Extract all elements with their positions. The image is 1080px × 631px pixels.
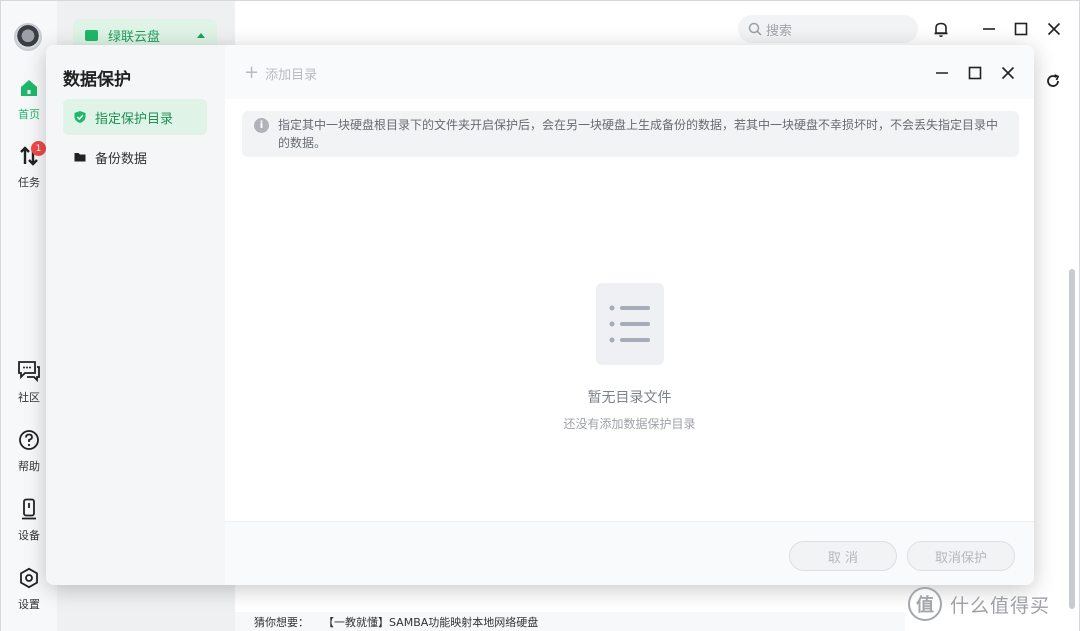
- dialog-title: 数据保护: [63, 70, 131, 90]
- dialog-sidebar: 数据保护 指定保护目录 备份数据: [46, 45, 225, 585]
- nav-label-protected-dirs: 指定保护目录: [95, 111, 174, 127]
- add-directory-button[interactable]: + 添加目录: [244, 62, 317, 84]
- folder-icon: [73, 150, 87, 164]
- empty-state: 暂无目录文件 还没有添加数据保护目录: [225, 283, 1034, 432]
- rail-label-help: 帮助: [18, 460, 40, 473]
- cancel-button[interactable]: 取 消: [789, 541, 897, 571]
- search-icon: [748, 22, 762, 36]
- watermark-logo: 值: [908, 587, 942, 621]
- nav-label-backup-data: 备份数据: [95, 151, 148, 167]
- caret-up-icon: [197, 33, 205, 38]
- dialog-maximize-icon[interactable]: [965, 63, 985, 83]
- settings-icon: [18, 567, 40, 592]
- bell-icon[interactable]: [931, 19, 951, 39]
- suggestion-prefix: 猜你想要：: [254, 616, 309, 629]
- suggestion-link[interactable]: 【一教就懂】SAMBA功能映射本地网络硬盘: [323, 614, 538, 630]
- minimize-icon[interactable]: [979, 19, 999, 39]
- dialog-close-icon[interactable]: [998, 63, 1018, 83]
- scrollbar[interactable]: [1069, 269, 1075, 609]
- dialog-footer: 取 消 取消保护: [225, 521, 1034, 585]
- watermark: 值 什么值得买: [908, 584, 1050, 624]
- search-input[interactable]: 搜索: [738, 15, 918, 43]
- nav-item-backup-data[interactable]: 备份数据: [63, 139, 207, 175]
- empty-title: 暂无目录文件: [587, 390, 672, 406]
- info-icon: i: [254, 118, 269, 133]
- cancel-protection-button[interactable]: 取消保护: [907, 541, 1015, 571]
- plus-icon: +: [244, 62, 260, 83]
- empty-subtitle: 还没有添加数据保护目录: [563, 417, 696, 431]
- empty-list-icon: [595, 283, 664, 365]
- chat-icon: [17, 360, 41, 385]
- help-icon: [18, 429, 40, 454]
- task-count-badge: 1: [31, 141, 46, 156]
- dialog-minimize-icon[interactable]: [932, 63, 952, 83]
- device-icon: [18, 498, 40, 523]
- info-text: 指定其中一块硬盘根目录下的文件夹开启保护后，会在另一块硬盘上生成备份的数据，若其…: [278, 118, 999, 150]
- data-protection-dialog: 数据保护 指定保护目录 备份数据 + 添加目录 i 指定其中一块硬盘根目录下的文…: [46, 45, 1034, 585]
- nav-item-protected-dirs[interactable]: 指定保护目录: [63, 99, 207, 135]
- close-icon[interactable]: [1044, 19, 1064, 39]
- home-icon: [18, 77, 40, 102]
- search-placeholder: 搜索: [766, 23, 793, 39]
- rail-label-home: 首页: [18, 108, 40, 121]
- refresh-icon[interactable]: [1044, 72, 1064, 92]
- drive-label: 绿联云盘: [108, 29, 161, 45]
- rail-label-community: 社区: [18, 391, 40, 404]
- rail-label-devices: 设备: [18, 529, 40, 542]
- info-banner: i 指定其中一块硬盘根目录下的文件夹开启保护后，会在另一块硬盘上生成备份的数据，…: [242, 111, 1019, 157]
- dialog-toolbar: + 添加目录: [225, 45, 1034, 99]
- rail-label-settings: 设置: [18, 598, 40, 611]
- shield-icon: [73, 110, 87, 124]
- rail-label-tasks: 任务: [18, 176, 40, 189]
- maximize-icon[interactable]: [1011, 19, 1031, 39]
- folder-icon: [85, 29, 98, 41]
- avatar[interactable]: [14, 23, 42, 51]
- watermark-text: 什么值得买: [950, 594, 1051, 617]
- suggestion-bar: 猜你想要： 【一教就懂】SAMBA功能映射本地网络硬盘: [235, 612, 905, 631]
- add-directory-label: 添加目录: [265, 67, 318, 83]
